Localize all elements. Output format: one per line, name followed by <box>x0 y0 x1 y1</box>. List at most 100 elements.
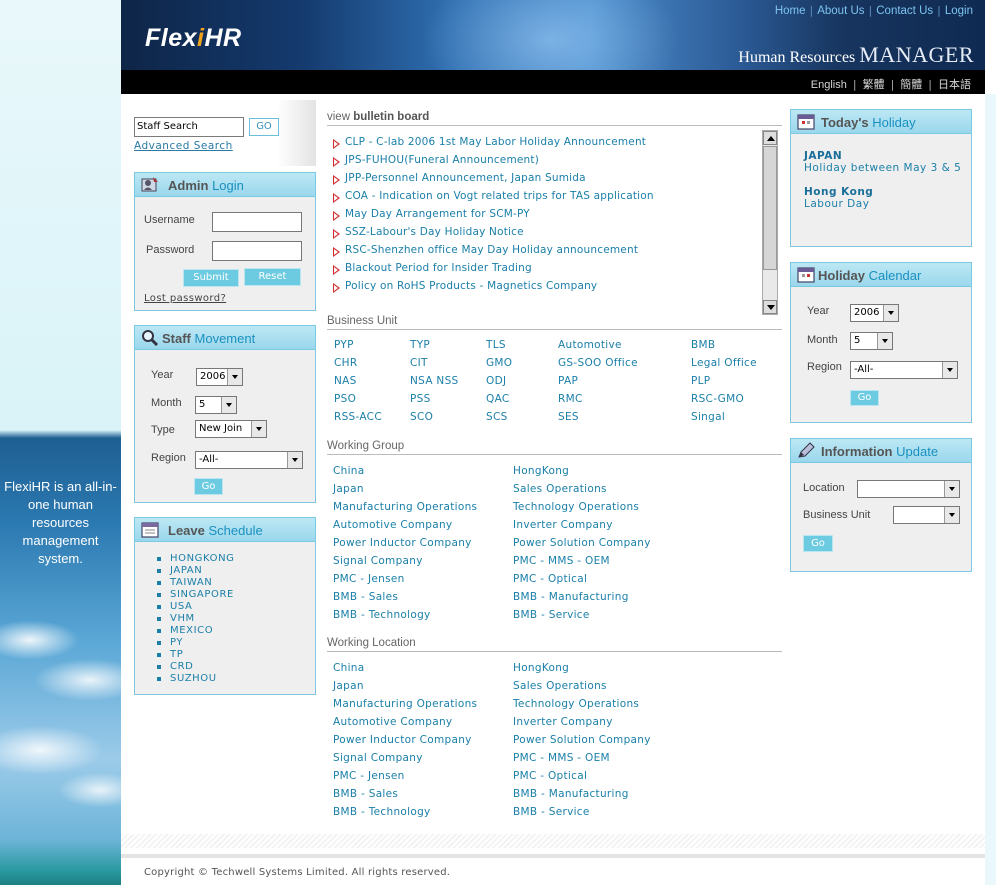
business-unit-link[interactable]: GMO <box>486 357 512 369</box>
working-location-link[interactable]: HongKong <box>513 662 569 674</box>
business-unit-link[interactable]: RSS-ACC <box>334 411 382 423</box>
movement-type-select[interactable]: New Join <box>195 420 267 438</box>
business-unit-link[interactable]: RSC-GMO <box>691 393 744 405</box>
scroll-thumb[interactable] <box>763 146 777 270</box>
bulletin-item[interactable]: Policy on RoHS Products - Magnetics Comp… <box>331 280 761 298</box>
working-location-link[interactable]: Power Solution Company <box>513 734 651 746</box>
lang-simplified-chinese-link[interactable]: 簡體 <box>900 79 922 91</box>
leave-region-link[interactable]: MEXICO <box>170 625 213 636</box>
working-group-link[interactable]: BMB - Sales <box>333 591 398 603</box>
working-location-link[interactable]: Inverter Company <box>513 716 613 728</box>
working-location-link[interactable]: China <box>333 662 365 674</box>
business-unit-link[interactable]: PAP <box>558 375 578 387</box>
business-unit-link[interactable]: TYP <box>410 339 430 351</box>
working-location-link[interactable]: Manufacturing Operations <box>333 698 477 710</box>
bulletin-item[interactable]: JPS-FUHOU(Funeral Announcement) <box>331 154 761 172</box>
nav-login-link[interactable]: Login <box>945 5 973 17</box>
business-unit-link[interactable]: Legal Office <box>691 357 757 369</box>
working-group-link[interactable]: Power Solution Company <box>513 537 651 549</box>
leave-region-item[interactable]: HONGKONG <box>157 553 235 565</box>
leave-region-item[interactable]: SUZHOU <box>157 673 235 685</box>
working-group-link[interactable]: Inverter Company <box>513 519 613 531</box>
business-unit-link[interactable]: SCS <box>486 411 508 423</box>
location-select[interactable] <box>857 480 960 498</box>
working-group-link[interactable]: BMB - Technology <box>333 609 431 621</box>
business-unit-link[interactable]: CIT <box>410 357 428 369</box>
leave-region-item[interactable]: VHM <box>157 613 235 625</box>
working-location-link[interactable]: Power Inductor Company <box>333 734 472 746</box>
working-location-link[interactable]: Japan <box>333 680 364 692</box>
info-go-button[interactable]: Go <box>803 535 833 552</box>
working-location-link[interactable]: BMB - Service <box>513 806 590 818</box>
nav-home-link[interactable]: Home <box>775 5 806 17</box>
business-unit-link[interactable]: NSA NSS <box>410 375 459 387</box>
business-unit-select[interactable] <box>893 506 960 524</box>
staff-search-input[interactable]: Staff Search <box>134 117 244 137</box>
leave-region-link[interactable]: TP <box>170 649 183 660</box>
business-unit-link[interactable]: CHR <box>334 357 357 369</box>
leave-region-link[interactable]: HONGKONG <box>170 553 235 564</box>
leave-region-link[interactable]: USA <box>170 601 193 612</box>
leave-region-link[interactable]: JAPAN <box>170 565 202 576</box>
working-location-link[interactable]: PMC - MMS - OEM <box>513 752 610 764</box>
search-go-button[interactable]: GO <box>249 118 279 136</box>
holiday-entry-japan[interactable]: JAPAN Holiday between May 3 & 5 <box>804 150 961 174</box>
business-unit-link[interactable]: Singal <box>691 411 725 423</box>
login-submit-button[interactable]: Submit <box>183 269 239 287</box>
working-location-link[interactable]: PMC - Optical <box>513 770 587 782</box>
holiday-entry-hongkong[interactable]: Hong Kong Labour Day <box>804 186 873 210</box>
working-group-link[interactable]: PMC - Jensen <box>333 573 405 585</box>
working-location-link[interactable]: Technology Operations <box>513 698 639 710</box>
leave-region-link[interactable]: CRD <box>170 661 193 672</box>
business-unit-link[interactable]: TLS <box>486 339 506 351</box>
lost-password-link[interactable]: Lost password? <box>144 293 226 304</box>
working-location-link[interactable]: BMB - Sales <box>333 788 398 800</box>
movement-go-button[interactable]: Go <box>194 478 223 495</box>
username-field[interactable] <box>212 212 302 232</box>
working-group-link[interactable]: China <box>333 465 365 477</box>
working-group-link[interactable]: Signal Company <box>333 555 423 567</box>
leave-region-link[interactable]: PY <box>170 637 183 648</box>
bulletin-scrollbar[interactable] <box>762 130 778 315</box>
business-unit-link[interactable]: RMC <box>558 393 583 405</box>
leave-region-item[interactable]: TAIWAN <box>157 577 235 589</box>
bulletin-link[interactable]: JPS-FUHOU(Funeral Announcement) <box>345 154 539 166</box>
business-unit-link[interactable]: PSS <box>410 393 431 405</box>
leave-region-link[interactable]: SINGAPORE <box>170 589 234 600</box>
bulletin-item[interactable]: RSC-Shenzhen office May Day Holiday anno… <box>331 244 761 262</box>
password-field[interactable] <box>212 241 302 261</box>
bulletin-item[interactable]: SSZ-Labour's Day Holiday Notice <box>331 226 761 244</box>
leave-region-link[interactable]: TAIWAN <box>170 577 212 588</box>
calendar-month-select[interactable]: 5 <box>850 332 893 350</box>
lang-english-link[interactable]: English <box>811 79 847 91</box>
leave-region-item[interactable]: CRD <box>157 661 235 673</box>
bulletin-item[interactable]: May Day Arrangement for SCM-PY <box>331 208 761 226</box>
login-reset-button[interactable]: Reset <box>244 268 301 286</box>
business-unit-link[interactable]: Automotive <box>558 339 622 351</box>
bulletin-item[interactable]: JPP-Personnel Announcement, Japan Sumida <box>331 172 761 190</box>
business-unit-link[interactable]: QAC <box>486 393 510 405</box>
leave-region-link[interactable]: VHM <box>170 613 195 624</box>
working-location-link[interactable]: BMB - Technology <box>333 806 431 818</box>
leave-region-item[interactable]: PY <box>157 637 235 649</box>
working-location-link[interactable]: PMC - Jensen <box>333 770 405 782</box>
bulletin-link[interactable]: JPP-Personnel Announcement, Japan Sumida <box>345 172 586 184</box>
working-group-link[interactable]: Power Inductor Company <box>333 537 472 549</box>
scroll-down-icon[interactable] <box>763 300 777 314</box>
bulletin-link[interactable]: COA - Indication on Vogt related trips f… <box>345 190 654 202</box>
calendar-go-button[interactable]: Go <box>850 390 879 406</box>
bulletin-link[interactable]: Policy on RoHS Products - Magnetics Comp… <box>345 280 597 292</box>
leave-region-item[interactable]: MEXICO <box>157 625 235 637</box>
bulletin-item[interactable]: COA - Indication on Vogt related trips f… <box>331 190 761 208</box>
movement-month-select[interactable]: 5 <box>195 396 237 414</box>
bulletin-item[interactable]: CLP - C-lab 2006 1st May Labor Holiday A… <box>331 136 761 154</box>
working-location-link[interactable]: Automotive Company <box>333 716 452 728</box>
business-unit-link[interactable]: BMB <box>691 339 715 351</box>
lang-traditional-chinese-link[interactable]: 繁體 <box>863 79 885 91</box>
working-group-link[interactable]: BMB - Service <box>513 609 590 621</box>
calendar-region-select[interactable]: -All- <box>850 361 958 379</box>
working-location-link[interactable]: BMB - Manufacturing <box>513 788 629 800</box>
flexihr-logo[interactable]: FlexiHR <box>145 24 242 53</box>
lang-japanese-link[interactable]: 日本語 <box>938 79 971 91</box>
movement-region-select[interactable]: -All- <box>195 451 303 469</box>
